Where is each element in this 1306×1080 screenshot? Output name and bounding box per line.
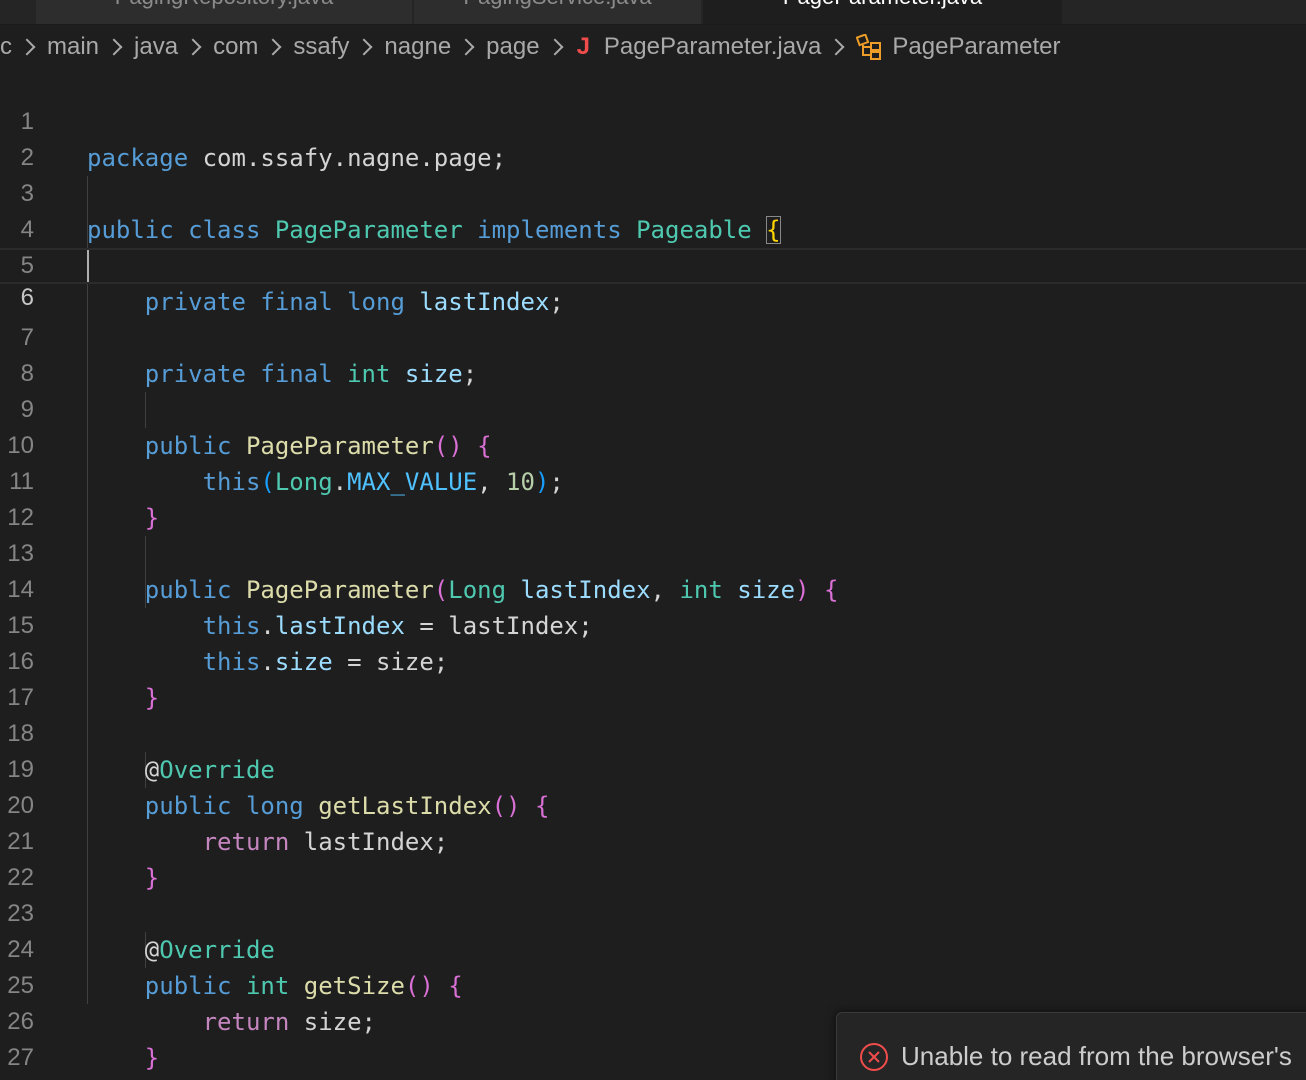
code-line: 23 @Override	[0, 860, 1306, 964]
chevron-right-icon	[264, 38, 282, 56]
code-line: 3 public class PageParameter implements …	[0, 140, 1306, 244]
java-file-icon: J	[576, 33, 590, 60]
code-line: 4	[0, 176, 1306, 243]
code-line: 2	[0, 104, 1306, 171]
breadcrumb: rc main java com ssafy nagne page J Page…	[0, 30, 1060, 64]
editor-tab-bar: PagingRepository.java PagingService.java…	[0, 0, 1306, 25]
code-line: 25 return size;	[0, 932, 1306, 1036]
code-line: 17	[0, 644, 1306, 711]
notification-message: Unable to read from the browser's	[901, 1041, 1292, 1071]
code-line: 7 private final int size;	[0, 284, 1306, 388]
text-cursor	[87, 250, 89, 282]
line-content: }	[144, 1044, 160, 1072]
breadcrumb-item-java[interactable]: java	[134, 33, 178, 61]
code-line: 9 public PageParameter() {	[0, 356, 1306, 460]
error-circle-icon	[859, 1042, 889, 1072]
tab-page-parameter[interactable]: PageParameter.java	[703, 0, 1063, 24]
tab-label: PagingRepository.java	[36, 0, 412, 10]
breadcrumb-item-page[interactable]: page	[486, 33, 539, 61]
tab-paging-service[interactable]: PagingService.java	[414, 0, 702, 24]
code-line: 16 }	[0, 608, 1306, 712]
breadcrumb-item-main[interactable]: main	[47, 33, 99, 61]
code-editor[interactable]: 1 package com.ssafy.nagne.page; 2 3 publ…	[0, 68, 1306, 1072]
code-line: 18 @Override	[0, 680, 1306, 784]
code-line: 22	[0, 824, 1306, 891]
line-number: 27	[7, 1044, 34, 1071]
tab-label: PagingService.java	[414, 0, 701, 10]
breadcrumb-item-com[interactable]: com	[213, 33, 258, 61]
code-line-current: 6	[0, 248, 1306, 311]
code-line: 15 this.size = size;	[0, 572, 1306, 676]
code-line: 26 }	[0, 968, 1306, 1072]
tab-paging-repository[interactable]: PagingRepository.java	[36, 0, 413, 24]
chevron-right-icon	[184, 38, 202, 56]
breadcrumb-item-symbol[interactable]: PageParameter	[892, 33, 1060, 61]
chevron-right-icon	[105, 38, 123, 56]
line-content: }	[87, 1076, 101, 1080]
breadcrumb-item-ssafy[interactable]: ssafy	[293, 33, 349, 61]
breadcrumb-item-nagne[interactable]: nagne	[384, 33, 451, 61]
error-notification[interactable]: Unable to read from the browser's	[836, 1012, 1306, 1080]
breadcrumb-item-file[interactable]: PageParameter.java	[604, 33, 821, 61]
code-line: 12	[0, 464, 1306, 531]
code-line: 10 this(Long.MAX_VALUE, 10);	[0, 392, 1306, 496]
code-line: 13 public PageParameter(Long lastIndex, …	[0, 500, 1306, 604]
chevron-right-icon	[546, 38, 564, 56]
code-line: 5 private final long lastIndex;	[0, 212, 1306, 316]
code-line: 14 this.lastIndex = lastIndex;	[0, 536, 1306, 640]
chevron-right-icon	[18, 38, 36, 56]
code-line: 20 return lastIndex;	[0, 752, 1306, 856]
chevron-right-icon	[355, 38, 373, 56]
code-line: 21 }	[0, 788, 1306, 892]
class-symbol-icon	[855, 33, 884, 60]
breadcrumb-item-src[interactable]: rc	[0, 33, 12, 61]
code-line: 19 public long getLastIndex() {	[0, 716, 1306, 820]
code-line: 24 public int getSize() {	[0, 896, 1306, 1000]
code-line: 1 package com.ssafy.nagne.page;	[0, 68, 1306, 172]
tab-label: PageParameter.java	[703, 0, 1062, 10]
chevron-right-icon	[457, 38, 475, 56]
code-line: 11 }	[0, 428, 1306, 532]
code-line: 8	[0, 320, 1306, 387]
chevron-right-icon	[827, 38, 845, 56]
